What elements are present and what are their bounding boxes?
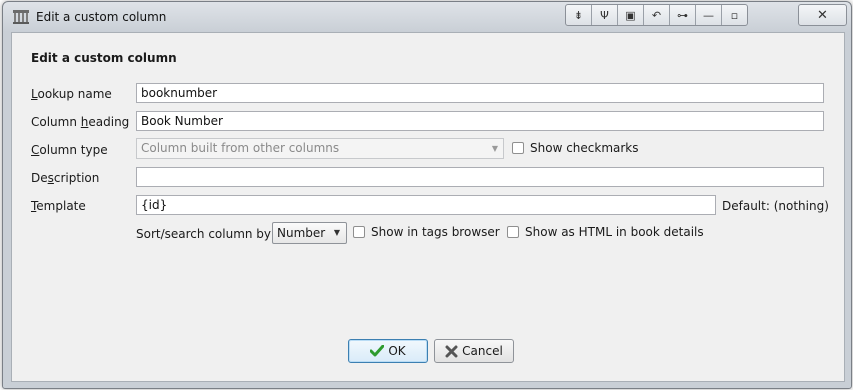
show-checkmarks-label: Show checkmarks — [530, 141, 639, 155]
titlebar-button-group: ⇟ Ψ ▣ ↶ ⊶ — ▫ — [565, 4, 748, 26]
undo-icon[interactable]: ↶ — [644, 5, 670, 25]
show-in-tags-browser-checkbox[interactable]: Show in tags browser — [353, 225, 500, 239]
ok-label: OK — [388, 344, 406, 358]
chevron-down-icon: ▼ — [491, 144, 498, 153]
column-type-select[interactable]: Column built from other columns ▼ — [136, 138, 504, 159]
template-input[interactable]: {id} — [136, 195, 716, 215]
window-menu-icon[interactable]: ▣ — [618, 5, 644, 25]
sort-search-select[interactable]: Number ▼ — [272, 222, 347, 244]
show-as-html-label: Show as HTML in book details — [525, 225, 704, 239]
close-icon: ✕ — [817, 7, 828, 23]
show-in-tags-browser-label: Show in tags browser — [371, 225, 500, 239]
cancel-button[interactable]: Cancel — [434, 339, 514, 363]
chevron-down-icon: ▼ — [333, 228, 340, 237]
cancel-label: Cancel — [462, 344, 503, 358]
dialog-window: Edit a custom column ⇟ Ψ ▣ ↶ ⊶ — ▫ ✕ Edi… — [2, 1, 852, 389]
description-label: Description — [31, 171, 100, 185]
column-type-value: Column built from other columns — [141, 141, 340, 155]
column-heading-label: Column heading — [31, 115, 130, 129]
checkmark-icon — [370, 345, 385, 357]
dialog-body: Edit a custom column Lookup name booknum… — [11, 32, 845, 382]
description-input[interactable] — [136, 167, 824, 187]
lookup-name-input[interactable]: booknumber — [136, 83, 824, 103]
cancel-x-icon — [445, 345, 458, 357]
app-library-icon — [13, 10, 29, 24]
maximize-icon[interactable]: ▫ — [722, 5, 747, 25]
sort-search-label: Sort/search column by — [136, 227, 272, 241]
template-default-text: Default: (nothing) — [722, 199, 829, 213]
minimize-icon[interactable]: — — [696, 5, 722, 25]
column-type-label: Column type — [31, 143, 108, 157]
dialog-heading: Edit a custom column — [31, 51, 177, 65]
template-label: Template — [31, 199, 86, 213]
checkbox-box[interactable] — [507, 226, 519, 238]
ok-button[interactable]: OK — [348, 339, 428, 363]
checkbox-box[interactable] — [353, 226, 365, 238]
shade-icon[interactable]: ⊶ — [670, 5, 696, 25]
column-heading-input[interactable]: Book Number — [136, 111, 824, 131]
window-title: Edit a custom column — [36, 10, 167, 24]
lookup-name-label: Lookup name — [31, 87, 112, 101]
checkbox-box[interactable] — [512, 142, 524, 154]
titlebar[interactable]: Edit a custom column ⇟ Ψ ▣ ↶ ⊶ — ▫ ✕ — [3, 2, 851, 32]
rollup-icon[interactable]: ⇟ — [566, 5, 592, 25]
pin-icon[interactable]: Ψ — [592, 5, 618, 25]
sort-search-value: Number — [277, 226, 326, 240]
show-as-html-checkbox[interactable]: Show as HTML in book details — [507, 225, 704, 239]
show-checkmarks-checkbox[interactable]: Show checkmarks — [512, 141, 639, 155]
close-button[interactable]: ✕ — [798, 4, 847, 26]
